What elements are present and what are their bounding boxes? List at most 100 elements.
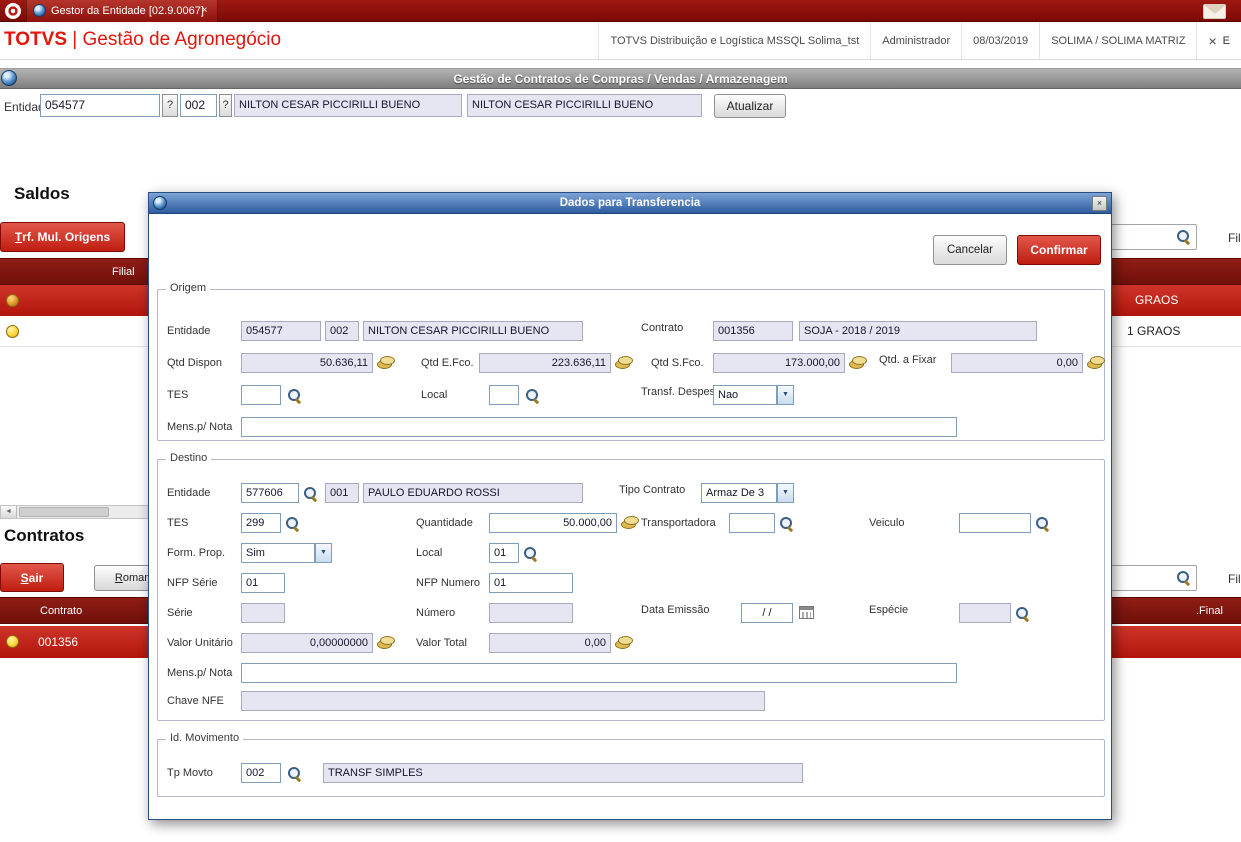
transportadora-input[interactable] bbox=[729, 513, 775, 533]
lookup-icon[interactable] bbox=[287, 766, 302, 781]
especie-label: Espécie bbox=[869, 604, 909, 616]
environment-label: TOTVS Distribuição e Logística MSSQL Sol… bbox=[598, 22, 870, 60]
nfp-numero-input[interactable]: 01 bbox=[489, 573, 573, 593]
saldos-title: Saldos bbox=[14, 184, 70, 203]
nfp-numero-label: NFP Numero bbox=[416, 577, 480, 589]
lookup-icon[interactable] bbox=[287, 388, 302, 403]
header-info: TOTVS Distribuição e Logística MSSQL Sol… bbox=[598, 22, 1241, 60]
search-icon[interactable] bbox=[1176, 229, 1191, 244]
sair-label: air bbox=[28, 570, 44, 585]
entity-code-input[interactable]: 054577 bbox=[40, 94, 160, 117]
data-emissao-label: Data Emissão bbox=[641, 604, 710, 616]
lookup-icon[interactable] bbox=[779, 516, 794, 531]
lookup-icon[interactable] bbox=[303, 486, 318, 501]
contratos-row-numero: 001356 bbox=[38, 635, 79, 649]
destino-loja-field: 001 bbox=[325, 483, 359, 503]
trf-mul-origens-button[interactable]: Trf. Mul. Origens bbox=[0, 222, 125, 252]
valor-total-label: Valor Total bbox=[416, 637, 467, 649]
window-tab-bar: Gestor da Entidade [02.9.0067] × bbox=[0, 0, 1241, 22]
chevron-down-icon[interactable]: ▼ bbox=[777, 483, 794, 503]
valor-unitario-label: Valor Unitário bbox=[167, 637, 233, 649]
totvs-logo-icon bbox=[5, 3, 21, 19]
horizontal-scrollbar[interactable]: ◄ bbox=[0, 505, 150, 519]
form-prop-select[interactable]: Sim bbox=[241, 543, 315, 563]
quantidade-input[interactable]: 50.000,00 bbox=[489, 513, 617, 533]
mail-icon[interactable] bbox=[1203, 4, 1226, 19]
contratos-col-contrato: Contrato bbox=[40, 605, 83, 617]
qtd-fixar-field: 0,00 bbox=[951, 353, 1083, 373]
lookup-icon[interactable] bbox=[523, 546, 538, 561]
tipo-contrato-select[interactable]: Armaz De 3 bbox=[701, 483, 777, 503]
destino-entidade-input[interactable]: 577606 bbox=[241, 483, 299, 503]
cancel-button[interactable]: Cancelar bbox=[933, 235, 1007, 265]
contratos-title: Contratos bbox=[4, 526, 85, 545]
chevron-down-icon[interactable]: ▼ bbox=[777, 385, 794, 405]
brand-app: | Gestão de Agronegócio bbox=[72, 29, 282, 50]
origem-contrato-label: Contrato bbox=[641, 322, 684, 334]
destino-local-input[interactable]: 01 bbox=[489, 543, 519, 563]
origem-nome-field: NILTON CESAR PICCIRILLI BUENO bbox=[363, 321, 583, 341]
tp-movto-input[interactable]: 002 bbox=[241, 763, 281, 783]
serie-label: Série bbox=[167, 607, 193, 619]
entity-name-field: NILTON CESAR PICCIRILLI BUENO bbox=[234, 94, 462, 117]
scroll-left-icon[interactable]: ◄ bbox=[1, 506, 17, 518]
id-movimento-legend: Id. Movimento bbox=[166, 732, 244, 744]
origem-mens-label: Mens.p/ Nota bbox=[167, 421, 233, 433]
entity-code-help-button[interactable]: ? bbox=[162, 94, 178, 117]
page-title: Gestão de Contratos de Compras / Vendas … bbox=[453, 72, 788, 86]
origem-mens-input[interactable] bbox=[241, 417, 957, 437]
confirm-button[interactable]: Confirmar bbox=[1017, 235, 1101, 265]
calendar-icon[interactable] bbox=[799, 606, 814, 619]
page-title-bar: Gestão de Contratos de Compras / Vendas … bbox=[0, 68, 1241, 89]
veiculo-input[interactable] bbox=[959, 513, 1031, 533]
destino-mens-input[interactable] bbox=[241, 663, 957, 683]
origem-local-label: Local bbox=[421, 389, 448, 401]
entity-store-help-button[interactable]: ? bbox=[219, 94, 232, 117]
close-icon[interactable]: × bbox=[198, 4, 211, 17]
especie-field bbox=[959, 603, 1011, 623]
dialog-title-bar: Dados para Transferencia × bbox=[149, 193, 1111, 214]
money-icon bbox=[615, 636, 633, 649]
qtd-efco-label: Qtd E.Fco. bbox=[421, 357, 474, 369]
data-emissao-input[interactable]: / / bbox=[741, 603, 793, 623]
origem-local-input[interactable] bbox=[489, 385, 519, 405]
form-prop-label: Form. Prop. bbox=[167, 547, 226, 559]
lookup-icon[interactable] bbox=[525, 388, 540, 403]
brand-name: TOTVS bbox=[4, 29, 67, 50]
lookup-icon[interactable] bbox=[285, 516, 300, 531]
saldos-col-filial: Filial bbox=[112, 266, 135, 278]
scrollbar-thumb[interactable] bbox=[19, 507, 109, 517]
exit-button[interactable]: × E bbox=[1196, 22, 1241, 60]
app-header: TOTVS | Gestão de Agronegócio TOTVS Dist… bbox=[0, 22, 1241, 60]
qtd-fixar-label: Qtd. a Fixar bbox=[879, 354, 937, 366]
search-icon[interactable] bbox=[1176, 570, 1191, 585]
lookup-icon[interactable] bbox=[1015, 606, 1030, 621]
company-label: SOLIMA / SOLIMA MATRIZ bbox=[1039, 22, 1196, 60]
qtd-sfco-label: Qtd S.Fco. bbox=[651, 357, 704, 369]
nfp-serie-label: NFP Série bbox=[167, 577, 218, 589]
destino-tes-input[interactable]: 299 bbox=[241, 513, 281, 533]
nfp-serie-input[interactable]: 01 bbox=[241, 573, 285, 593]
transf-despesa-select[interactable]: Nao bbox=[713, 385, 777, 405]
origem-contrato-field: 001356 bbox=[713, 321, 793, 341]
sair-button[interactable]: Sair bbox=[0, 563, 64, 592]
atualizar-button[interactable]: Atualizar bbox=[714, 94, 786, 118]
qtd-sfco-field: 173.000,00 bbox=[713, 353, 845, 373]
origem-tes-input[interactable] bbox=[241, 385, 281, 405]
origem-contrato-desc-field: SOJA - 2018 / 2019 bbox=[799, 321, 1037, 341]
saldos-row-product: 1 GRAOS bbox=[1127, 324, 1181, 338]
tipo-contrato-label: Tipo Contrato bbox=[619, 484, 686, 496]
origem-loja-field: 002 bbox=[325, 321, 359, 341]
qtd-dispon-label: Qtd Dispon bbox=[167, 357, 223, 369]
destino-nome-field: PAULO EDUARDO ROSSI bbox=[363, 483, 583, 503]
lookup-icon[interactable] bbox=[1035, 516, 1050, 531]
window-tab[interactable]: Gestor da Entidade [02.9.0067] × bbox=[26, 0, 218, 22]
status-icon bbox=[6, 325, 19, 338]
entity-store-input[interactable]: 002 bbox=[180, 94, 217, 117]
destino-local-label: Local bbox=[416, 547, 443, 559]
close-icon[interactable]: × bbox=[1092, 196, 1107, 211]
chevron-down-icon[interactable]: ▼ bbox=[315, 543, 332, 563]
qtd-dispon-field: 50.636,11 bbox=[241, 353, 373, 373]
qtd-efco-field: 223.636,11 bbox=[479, 353, 611, 373]
app-window: { "icons": { "close": "×", "dropdown": "… bbox=[0, 0, 1241, 842]
